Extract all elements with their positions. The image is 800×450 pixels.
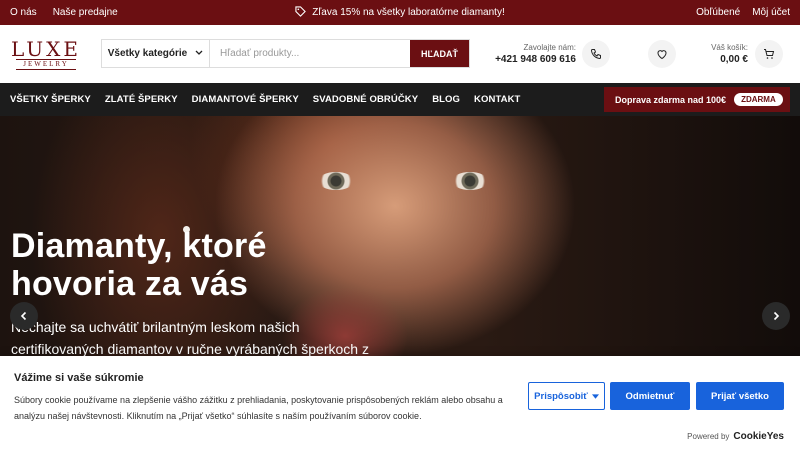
nav-item-diamond-jewelry[interactable]: DIAMANTOVÉ ŠPERKY [192, 94, 299, 105]
chevron-down-icon [195, 48, 203, 59]
nav-item-wedding-rings[interactable]: SVADOBNÉ OBRÚČKY [313, 94, 418, 105]
phone-label: Zavolajte nám: [523, 43, 576, 52]
cart-amount: 0,00 € [720, 54, 748, 65]
logo-sub: JEWELRY [16, 59, 76, 70]
hero-headline: Diamanty, ktoré hovoria za vás [11, 227, 267, 303]
main-nav: VŠETKY ŠPERKY ZLATÉ ŠPERKY DIAMANTOVÉ ŠP… [0, 83, 800, 116]
customize-label: Prispôsobiť [534, 390, 588, 402]
powered-by-label: Powered by [687, 432, 730, 441]
promo-text[interactable]: Zľava 15% na všetky laboratórne diamanty… [312, 7, 504, 18]
cart-summary[interactable]: Váš košík: 0,00 € [700, 42, 748, 67]
our-stores-link[interactable]: Naše predajne [53, 7, 118, 18]
nav-item-contact[interactable]: KONTAKT [474, 94, 520, 105]
phone-contact: Zavolajte nám: +421 948 609 616 [490, 42, 576, 67]
logo[interactable]: LUXE JEWELRY [10, 39, 82, 71]
free-shipping-badge: ZDARMA [734, 93, 783, 106]
free-shipping-text: Doprava zdarma nad 100€ [615, 94, 727, 105]
promo-banner: Zľava 15% na všetky laboratórne diamanty… [0, 0, 800, 25]
favorites-link[interactable]: Obľúbené [696, 7, 740, 18]
free-shipping-banner[interactable]: Doprava zdarma nad 100€ ZDARMA [604, 87, 790, 112]
logo-brand: LUXE [11, 37, 81, 61]
nav-item-gold-jewelry[interactable]: ZLATÉ ŠPERKY [105, 94, 178, 105]
cookie-title: Vážime si vaše súkromie [14, 372, 144, 384]
hero-subtext: Nechajte sa uchvátiť brilantným leskom n… [11, 319, 369, 356]
powered-by[interactable]: Powered by CookieYes [687, 431, 784, 442]
phone-icon[interactable] [582, 40, 610, 68]
heart-icon[interactable] [648, 40, 676, 68]
category-label: Všetky kategórie [107, 48, 188, 59]
cookie-text: Súbory cookie používame na zlepšenie váš… [14, 395, 503, 421]
phone-number[interactable]: +421 948 609 616 [490, 53, 576, 67]
nav-items: VŠETKY ŠPERKY ZLATÉ ŠPERKY DIAMANTOVÉ ŠP… [10, 83, 520, 116]
hero-image-eye-right [452, 172, 488, 190]
nav-item-all-jewelry[interactable]: VŠETKY ŠPERKY [10, 94, 91, 105]
top-bar-left-links: O nás Naše predajne [10, 0, 118, 25]
hero-slider: Diamanty, ktoré hovoria za vás Nechajte … [0, 116, 800, 356]
cart-label: Váš košík: [711, 43, 748, 52]
chevron-right-icon[interactable] [762, 302, 790, 330]
caret-down-icon [591, 391, 599, 402]
about-us-link[interactable]: O nás [10, 7, 37, 18]
reject-button[interactable]: Odmietnuť [610, 382, 690, 410]
tag-icon [295, 5, 307, 20]
nav-item-blog[interactable]: BLOG [432, 94, 460, 105]
site-header: LUXE JEWELRY Všetky kategórie HĽADAŤ Zav… [0, 25, 800, 83]
customize-button[interactable]: Prispôsobiť [528, 382, 605, 410]
top-bar: O nás Naše predajne Zľava 15% na všetky … [0, 0, 800, 25]
search-bar: Všetky kategórie HĽADAŤ [101, 39, 470, 68]
search-input[interactable] [210, 40, 410, 67]
cart-icon[interactable] [755, 40, 783, 68]
cookie-consent-banner: Vážime si vaše súkromie Súbory cookie po… [0, 356, 800, 450]
accept-all-button[interactable]: Prijať všetko [696, 382, 784, 410]
my-account-link[interactable]: Môj účet [752, 7, 790, 18]
category-dropdown[interactable]: Všetky kategórie [102, 40, 210, 67]
cookieyes-logo: CookieYes [733, 431, 784, 442]
hero-image-eye-left [318, 172, 354, 190]
top-bar-right-links: Obľúbené Môj účet [696, 0, 790, 25]
search-button[interactable]: HĽADAŤ [410, 40, 469, 67]
chevron-left-icon[interactable] [10, 302, 38, 330]
